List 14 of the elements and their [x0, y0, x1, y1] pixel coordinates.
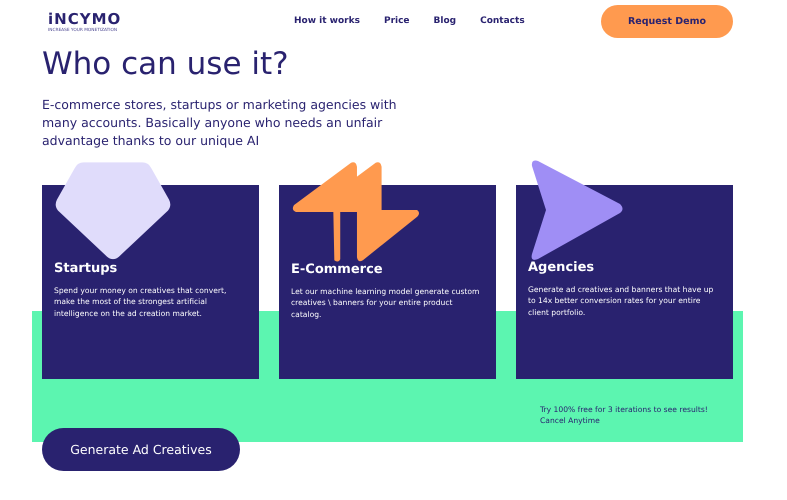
pentagon-icon — [54, 160, 172, 261]
nav-link[interactable]: How it works — [294, 16, 360, 26]
lightning-icon — [291, 160, 419, 262]
generate-button[interactable]: Generate Ad Creatives — [42, 428, 240, 471]
nav-link[interactable]: Blog — [434, 16, 456, 26]
card-title: E-Commerce — [291, 262, 384, 277]
nav-link[interactable]: Price — [384, 16, 410, 26]
card-title: Agencies — [528, 260, 596, 275]
card-title: Startups — [54, 261, 118, 276]
nav-link[interactable]: Contacts — [480, 16, 525, 26]
logo[interactable]: iNCYMO — [48, 10, 122, 28]
request-demo-button[interactable]: Request Demo — [601, 4, 733, 38]
intro-text: E-commerce stores, startups or marketing agencies with many accounts. Basically anyone who needs an unfair advantage thanks to our unique AI — [42, 96, 398, 150]
section-title: Who can use it? — [42, 45, 290, 83]
